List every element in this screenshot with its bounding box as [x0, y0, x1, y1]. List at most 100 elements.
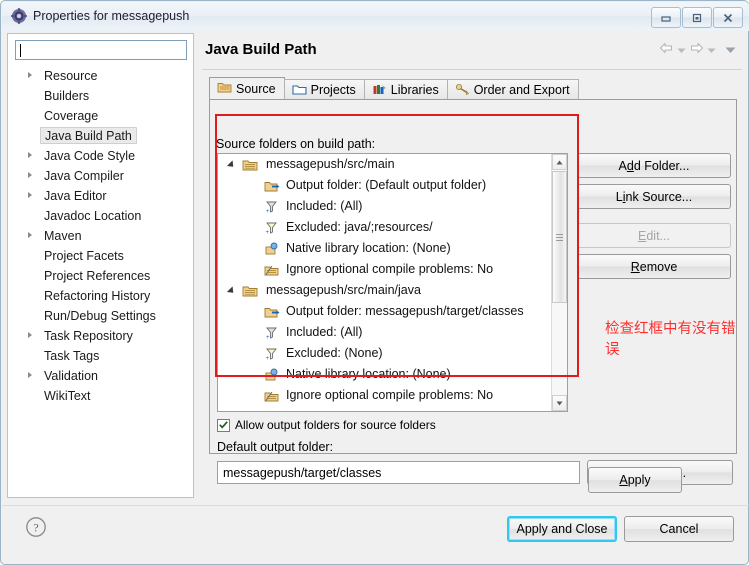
- expand-arrow-icon[interactable]: [28, 72, 32, 78]
- source-tree-row[interactable]: Native library location: (None): [218, 238, 553, 259]
- source-tree-row[interactable]: Ignore optional compile problems: No: [218, 259, 553, 280]
- back-arrow-icon[interactable]: [659, 42, 674, 57]
- source-folders-tree[interactable]: messagepush/src/main Output folder: (Defa…: [217, 153, 568, 412]
- cancel-label: Cancel: [659, 522, 699, 536]
- sidebar-item-coverage[interactable]: Coverage: [8, 106, 193, 126]
- help-question-icon[interactable]: ?: [25, 516, 47, 538]
- source-tree-row[interactable]: Native library location: (None): [218, 364, 553, 385]
- included-filter-icon: +: [264, 325, 280, 341]
- collapse-arrow-icon[interactable]: [226, 286, 237, 296]
- sidebar-item-resource[interactable]: Resource: [8, 66, 193, 86]
- svg-text:+: +: [266, 230, 270, 236]
- edit-button: Edit...: [577, 223, 731, 248]
- sidebar-item-run-debug-settings[interactable]: Run/Debug Settings: [8, 306, 193, 326]
- tab-libraries[interactable]: Libraries: [363, 79, 448, 100]
- link-source-button[interactable]: Link Source...: [577, 184, 731, 209]
- native-library-icon: [264, 241, 280, 257]
- expand-arrow-icon[interactable]: [28, 152, 32, 158]
- sidebar-item-java-code-style[interactable]: Java Code Style: [8, 146, 193, 166]
- source-folder-icon: [242, 409, 258, 411]
- sidebar-item-refactoring-history[interactable]: Refactoring History: [8, 286, 193, 306]
- source-tree-row-label: Included: (All): [286, 325, 363, 339]
- expand-arrow-icon[interactable]: [28, 232, 32, 238]
- output-folder-icon: [264, 178, 280, 194]
- window-controls: [651, 7, 743, 28]
- sidebar-item-java-compiler[interactable]: Java Compiler: [8, 166, 193, 186]
- source-tree-row-partial[interactable]: [218, 406, 553, 411]
- source-action-buttons: Add Folder... Link Source... Edit... Remove: [577, 153, 731, 285]
- default-output-folder-label: Default output folder:: [217, 440, 334, 454]
- forward-dropdown-icon[interactable]: [707, 43, 716, 57]
- source-tree-row-label: Ignore optional compile problems: No: [286, 262, 494, 276]
- sidebar-tree: Resource Builders Coverage Java Build Path J…: [8, 66, 193, 406]
- header-divider: [202, 69, 742, 70]
- tab-order-and-export[interactable]: Order and Export: [446, 79, 579, 100]
- scrollbar-grip-icon: [556, 232, 563, 243]
- svg-text:+: +: [266, 356, 270, 362]
- expand-arrow-icon[interactable]: [28, 192, 32, 198]
- sidebar-item-wikitext[interactable]: WikiText: [8, 386, 193, 406]
- source-tree-row[interactable]: + Excluded: (None): [218, 343, 553, 364]
- tab-label: Libraries: [390, 83, 439, 97]
- scroll-up-button[interactable]: [552, 154, 567, 170]
- filter-input[interactable]: [15, 40, 187, 60]
- collapse-arrow-icon[interactable]: [226, 160, 237, 170]
- back-dropdown-icon[interactable]: [677, 43, 686, 57]
- excluded-filter-icon: +: [264, 346, 280, 362]
- source-tree-row[interactable]: messagepush/src/main: [218, 154, 553, 175]
- sidebar-item-javadoc-location[interactable]: Javadoc Location: [8, 206, 193, 226]
- sidebar-item-builders[interactable]: Builders: [8, 86, 193, 106]
- sidebar-item-java-build-path[interactable]: Java Build Path: [8, 126, 193, 146]
- source-tree-row-label: Output folder: messagepush/target/classe…: [286, 304, 524, 318]
- add-folder-button[interactable]: Add Folder...: [577, 153, 731, 178]
- sidebar-item-label: Task Repository: [44, 329, 133, 343]
- sidebar-item-project-references[interactable]: Project References: [8, 266, 193, 286]
- close-button[interactable]: [713, 7, 743, 28]
- source-tree-row[interactable]: messagepush/src/main/java: [218, 280, 553, 301]
- tab-source[interactable]: Source: [209, 77, 285, 100]
- default-output-folder-input[interactable]: messagepush/target/classes: [217, 461, 580, 484]
- source-tree-row[interactable]: + Included: (All): [218, 322, 553, 343]
- source-tree-row-label: Excluded: java/;resources/: [286, 220, 433, 234]
- view-menu-icon[interactable]: [725, 43, 736, 57]
- sidebar-item-maven[interactable]: Maven: [8, 226, 193, 246]
- forward-arrow-icon[interactable]: [689, 42, 704, 57]
- tree-vertical-scrollbar[interactable]: [551, 154, 567, 411]
- cancel-button[interactable]: Cancel: [624, 516, 734, 542]
- sidebar-item-task-repository[interactable]: Task Repository: [8, 326, 193, 346]
- source-tree-row[interactable]: + Included: (All): [218, 196, 553, 217]
- apply-and-close-button[interactable]: Apply and Close: [507, 516, 617, 542]
- scrollbar-thumb[interactable]: [552, 171, 567, 303]
- sidebar-item-label: Builders: [44, 89, 90, 103]
- window-titlebar: Properties for messagepush: [2, 2, 749, 31]
- source-tree-row[interactable]: + Excluded: java/;resources/: [218, 217, 553, 238]
- source-tree-row[interactable]: Output folder: (Default output folder): [218, 175, 553, 196]
- source-tree-row[interactable]: Ignore optional compile problems: No: [218, 385, 553, 406]
- maximize-button[interactable]: [682, 7, 712, 28]
- apply-button[interactable]: Apply: [588, 467, 682, 493]
- remove-button[interactable]: Remove: [577, 254, 731, 279]
- sidebar-item-label: Coverage: [44, 109, 99, 123]
- tab-projects[interactable]: Projects: [283, 79, 365, 100]
- native-library-icon: [264, 367, 280, 383]
- ignore-problems-icon: [264, 388, 280, 404]
- sidebar-item-task-tags[interactable]: Task Tags: [8, 346, 193, 366]
- button-group-spacer: [577, 215, 731, 223]
- sidebar-item-validation[interactable]: Validation: [8, 366, 193, 386]
- build-path-tabs: Source Projects Libraries Order and Export: [209, 77, 579, 100]
- sidebar-item-project-facets[interactable]: Project Facets: [8, 246, 193, 266]
- sidebar-item-label: Task Tags: [44, 349, 100, 363]
- allow-output-folders-row[interactable]: Allow output folders for source folders: [217, 418, 436, 432]
- source-tree-row-label: messagepush/src/main: [266, 157, 395, 171]
- order-export-icon: [455, 82, 470, 99]
- expand-arrow-icon[interactable]: [28, 332, 32, 338]
- sidebar-item-label: Java Compiler: [44, 169, 124, 183]
- minimize-button[interactable]: [651, 7, 681, 28]
- expand-arrow-icon[interactable]: [28, 172, 32, 178]
- scroll-down-button[interactable]: [552, 395, 567, 411]
- source-tree-row[interactable]: Output folder: messagepush/target/classe…: [218, 301, 553, 322]
- expand-arrow-icon[interactable]: [28, 372, 32, 378]
- window-title: Properties for messagepush: [33, 9, 190, 23]
- allow-output-folders-checkbox[interactable]: [217, 418, 230, 432]
- sidebar-item-java-editor[interactable]: Java Editor: [8, 186, 193, 206]
